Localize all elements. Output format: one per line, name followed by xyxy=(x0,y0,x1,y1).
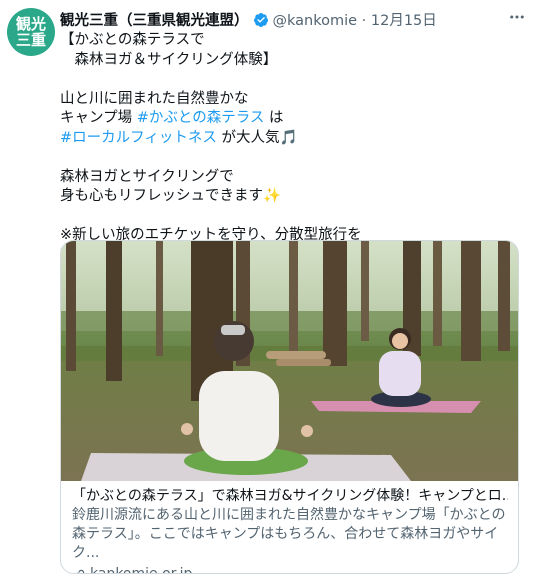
tweet[interactable]: 観光 三重 観光三重（三重県観光連盟） @kankomie · 12月15日 【か… xyxy=(0,0,534,580)
hashtag-link[interactable]: #ローカルフィットネス xyxy=(60,130,217,146)
card-text: 「かぶとの森テラス」で森林ヨガ&サイクリング体験！キャンプとロ... 鈴鹿川源流… xyxy=(72,487,508,574)
more-options-icon[interactable] xyxy=(508,8,526,26)
tweet-line: #ローカルフィットネス が大人気🎵 xyxy=(60,129,520,149)
tweet-line-text: は xyxy=(264,110,284,126)
tweet-line-text: 身も心もリフレッシュできます✨ xyxy=(60,188,282,204)
tweet-line-text: が大人気🎵 xyxy=(216,129,298,146)
tweet-line-text: 森林ヨガとサイクリングで xyxy=(60,168,234,185)
tweet-line-text: 【かぶとの森テラスで xyxy=(60,32,205,48)
link-card[interactable]: 「かぶとの森テラス」で森林ヨガ&サイクリング体験！キャンプとロ... 鈴鹿川源流… xyxy=(60,240,519,574)
display-name[interactable]: 観光三重（三重県観光連盟） xyxy=(60,13,249,29)
tweet-line xyxy=(60,70,520,90)
card-photo xyxy=(61,241,518,481)
tweet-line-text: キャンプ場 xyxy=(60,110,137,126)
tweet-line: 身も心もリフレッシュできます✨ xyxy=(60,187,520,207)
link-icon xyxy=(76,569,85,573)
tweet-line: 山と川に囲まれた自然豊かな xyxy=(60,90,520,110)
tweet-line: 森林ヨガとサイクリングで xyxy=(60,168,520,188)
tweet-line xyxy=(60,148,520,168)
tweet-line: 【かぶとの森テラスで xyxy=(60,31,520,51)
separator: · xyxy=(361,13,367,29)
tweet-line-text: 森林ヨガ＆サイクリング体験】 xyxy=(60,51,278,68)
tweet-text: 【かぶとの森テラスで 森林ヨガ＆サイクリング体験】 山と川に囲まれた自然豊かな キャ… xyxy=(60,31,520,265)
handle[interactable]: @kankomie xyxy=(273,13,358,29)
avatar[interactable]: 観光 三重 xyxy=(7,8,55,56)
card-description: 鈴鹿川源流にある山と川に囲まれた自然豊かなキャンプ場「かぶとの森テラス」。ここで… xyxy=(72,507,506,561)
tweet-line: キャンプ場 #かぶとの森テラス は xyxy=(60,109,520,129)
avatar-text-bottom: 三重 xyxy=(15,31,46,49)
hashtag-link[interactable]: #かぶとの森テラス xyxy=(137,110,265,126)
verified-badge-icon xyxy=(253,13,268,27)
card-domain: kankomie.or.jp xyxy=(90,566,193,574)
tweet-line-text: 山と川に囲まれた自然豊かな xyxy=(60,90,249,107)
card-title[interactable]: 「かぶとの森テラス」で森林ヨガ&サイクリング体験！キャンプとロ... xyxy=(72,487,508,506)
card-domain-row: kankomie.or.jp xyxy=(72,565,508,574)
tweet-date[interactable]: 12月15日 xyxy=(371,13,437,29)
tweet-header: 観光三重（三重県観光連盟） @kankomie · 12月15日 xyxy=(60,9,524,31)
avatar-text-top: 観光 xyxy=(15,15,46,33)
tweet-line xyxy=(60,207,520,227)
tweet-line: 森林ヨガ＆サイクリング体験】 xyxy=(60,51,520,71)
